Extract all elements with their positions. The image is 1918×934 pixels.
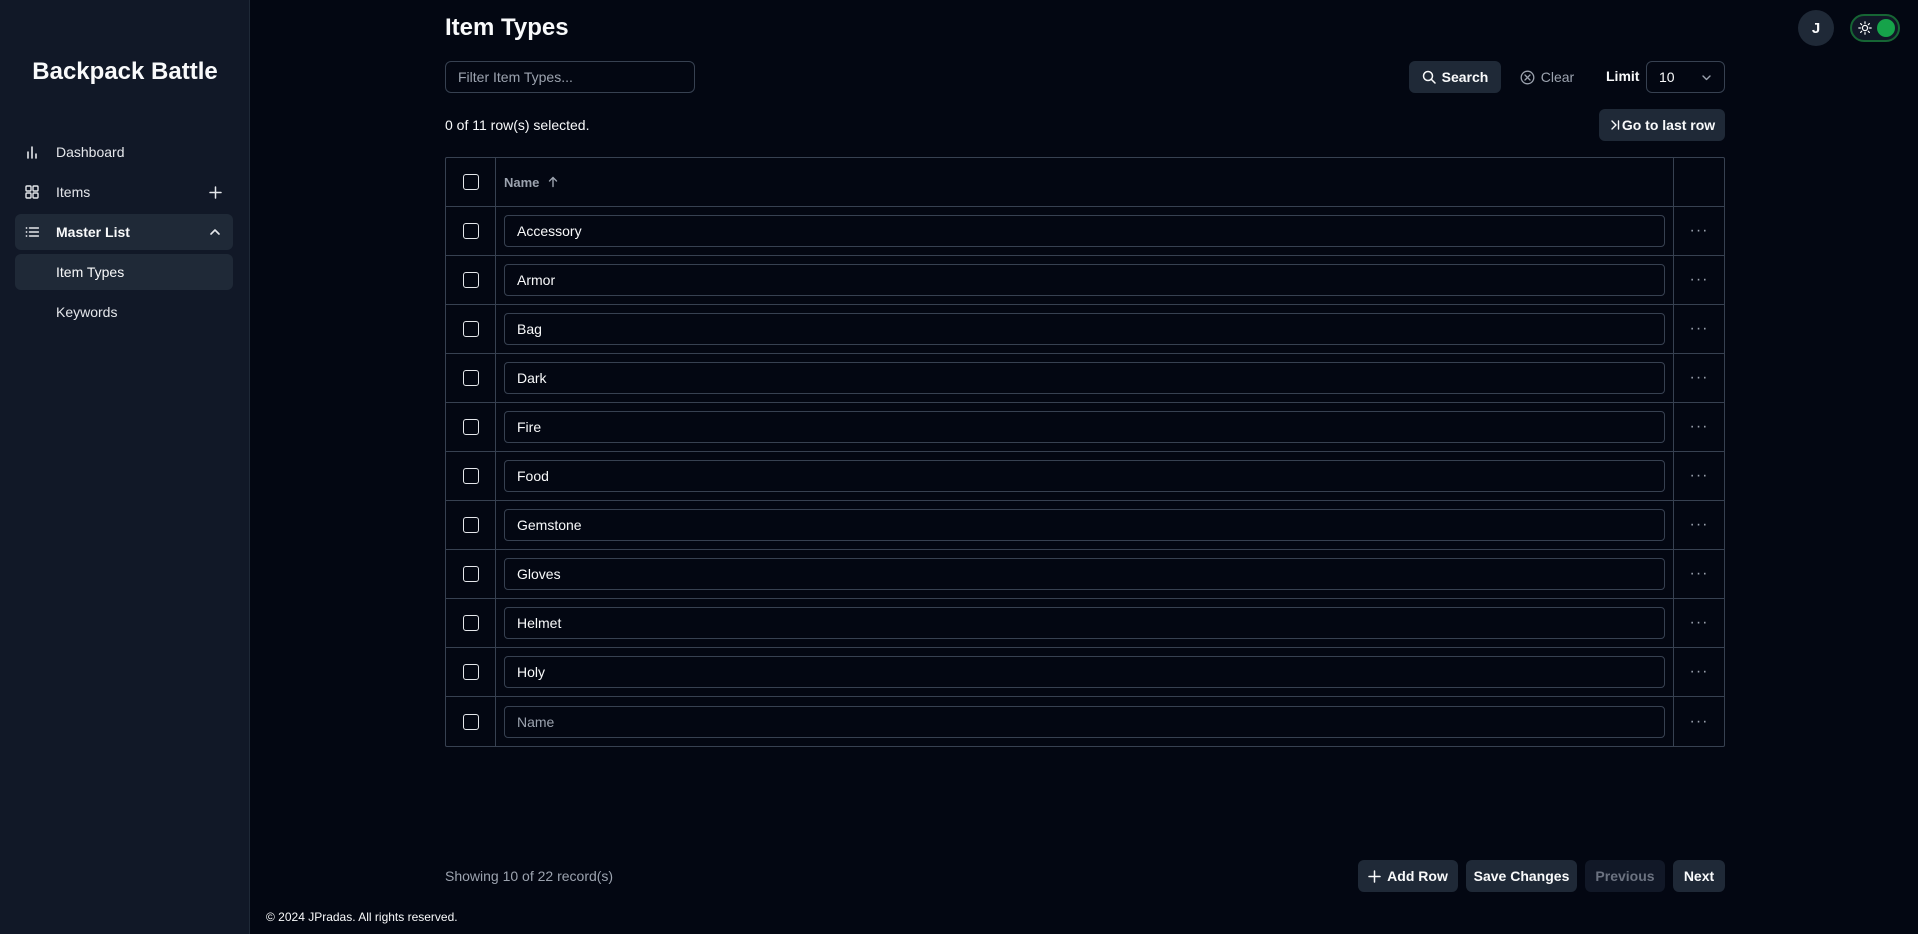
new-row: ···	[446, 697, 1724, 746]
row-checkbox[interactable]	[462, 321, 479, 337]
name-column-header[interactable]: Name	[504, 175, 559, 190]
table-row: ···	[446, 354, 1724, 403]
previous-button[interactable]: Previous	[1585, 860, 1665, 892]
more-horizontal-icon[interactable]: ···	[1690, 664, 1709, 680]
name-input[interactable]	[504, 607, 1665, 639]
row-checkbox[interactable]	[462, 272, 479, 288]
arrow-up-icon	[547, 176, 559, 188]
sun-icon	[1858, 21, 1872, 40]
table-row: ···	[446, 501, 1724, 550]
filter-input[interactable]	[445, 61, 695, 93]
add-row-button[interactable]: Add Row	[1358, 860, 1458, 892]
table-row: ···	[446, 648, 1724, 697]
more-horizontal-icon[interactable]: ···	[1690, 517, 1709, 533]
toggle-knob	[1877, 19, 1895, 37]
table-row: ···	[446, 207, 1724, 256]
name-column-label: Name	[504, 174, 540, 190]
name-input[interactable]	[504, 313, 1665, 345]
plus-icon[interactable]	[207, 184, 223, 200]
page-title: Item Types	[445, 14, 569, 41]
table-row: ···	[446, 305, 1724, 354]
add-row-label: Add Row	[1387, 868, 1448, 884]
top-right-controls: J	[1798, 10, 1900, 46]
footer-copyright: © 2024 JPradas. All rights reserved.	[266, 910, 458, 924]
row-checkbox[interactable]	[462, 566, 479, 582]
chevron-up-icon[interactable]	[207, 224, 223, 240]
list-icon	[24, 224, 40, 240]
more-horizontal-icon[interactable]: ···	[1690, 370, 1709, 386]
save-changes-button[interactable]: Save Changes	[1466, 860, 1577, 892]
sidebar-item-items[interactable]: Items	[15, 174, 233, 210]
select-all-checkbox[interactable]	[462, 174, 479, 190]
sidebar-item-dashboard[interactable]: Dashboard	[15, 134, 233, 170]
sidebar-subitem-item-types[interactable]: Item Types	[15, 254, 233, 290]
more-horizontal-icon[interactable]: ···	[1690, 713, 1709, 730]
item-types-table: Name ··· ··· ··· ··· ··· ··· ··· ··· ··· ··· ···	[445, 157, 1725, 747]
table-row: ···	[446, 550, 1724, 599]
more-horizontal-icon[interactable]: ···	[1690, 419, 1709, 435]
name-input[interactable]	[504, 362, 1665, 394]
sidebar-item-label: Master List	[56, 224, 130, 240]
clear-button-label: Clear	[1540, 69, 1575, 85]
plus-icon	[1368, 869, 1387, 883]
sidebar-item-master-list[interactable]: Master List	[15, 214, 233, 250]
name-input[interactable]	[504, 509, 1665, 541]
next-button[interactable]: Next	[1673, 860, 1725, 892]
table-row: ···	[446, 452, 1724, 501]
go-to-last-row-label: Go to last row	[1621, 117, 1716, 133]
table-row: ···	[446, 599, 1724, 648]
chevron-down-icon	[1701, 72, 1712, 83]
x-circle-icon	[1520, 70, 1541, 85]
table-row: ···	[446, 403, 1724, 452]
row-checkbox[interactable]	[462, 370, 479, 386]
sidebar: Backpack Battle Dashboard Items Master L…	[0, 0, 250, 934]
more-horizontal-icon[interactable]: ···	[1690, 566, 1709, 582]
name-input[interactable]	[504, 411, 1665, 443]
row-checkbox[interactable]	[462, 664, 479, 680]
sidebar-item-label: Dashboard	[56, 144, 125, 160]
more-horizontal-icon[interactable]: ···	[1690, 615, 1709, 631]
avatar[interactable]: J	[1798, 10, 1834, 46]
limit-label: Limit	[1606, 68, 1640, 84]
table-row: ···	[446, 256, 1724, 305]
name-input[interactable]	[504, 460, 1665, 492]
name-input[interactable]	[504, 215, 1665, 247]
limit-value: 10	[1659, 69, 1675, 85]
selection-status: 0 of 11 row(s) selected.	[445, 117, 590, 133]
row-checkbox[interactable]	[462, 419, 479, 435]
app-brand: Backpack Battle	[32, 58, 218, 85]
name-input[interactable]	[504, 558, 1665, 590]
search-button-label: Search	[1441, 69, 1489, 85]
limit-select[interactable]: 10	[1646, 61, 1725, 93]
go-to-last-row-button[interactable]: Go to last row	[1599, 109, 1725, 141]
bar-chart-icon	[24, 144, 40, 160]
name-input[interactable]	[504, 264, 1665, 296]
chevron-last-icon	[1609, 119, 1622, 131]
search-button[interactable]: Search	[1409, 61, 1501, 93]
sidebar-item-label: Items	[56, 184, 91, 200]
clear-button[interactable]: Clear	[1514, 61, 1580, 93]
row-checkbox[interactable]	[462, 223, 479, 239]
more-horizontal-icon[interactable]: ···	[1690, 272, 1709, 288]
row-checkbox[interactable]	[462, 468, 479, 484]
records-status: Showing 10 of 22 record(s)	[445, 868, 614, 884]
sidebar-nav: Dashboard Items Master List Item Types K…	[15, 134, 233, 334]
sidebar-subitem-keywords[interactable]: Keywords	[15, 294, 233, 330]
more-horizontal-icon[interactable]: ···	[1690, 321, 1709, 337]
table-header-row: Name	[446, 158, 1724, 207]
new-name-input[interactable]	[504, 705, 1665, 738]
search-icon	[1422, 70, 1442, 84]
name-input[interactable]	[504, 656, 1665, 688]
row-checkbox[interactable]	[462, 713, 479, 730]
more-horizontal-icon[interactable]: ···	[1690, 468, 1709, 484]
row-checkbox[interactable]	[462, 615, 479, 631]
more-horizontal-icon[interactable]: ···	[1690, 223, 1709, 239]
grid-icon	[24, 184, 40, 200]
theme-toggle[interactable]	[1850, 14, 1900, 42]
row-checkbox[interactable]	[462, 517, 479, 533]
